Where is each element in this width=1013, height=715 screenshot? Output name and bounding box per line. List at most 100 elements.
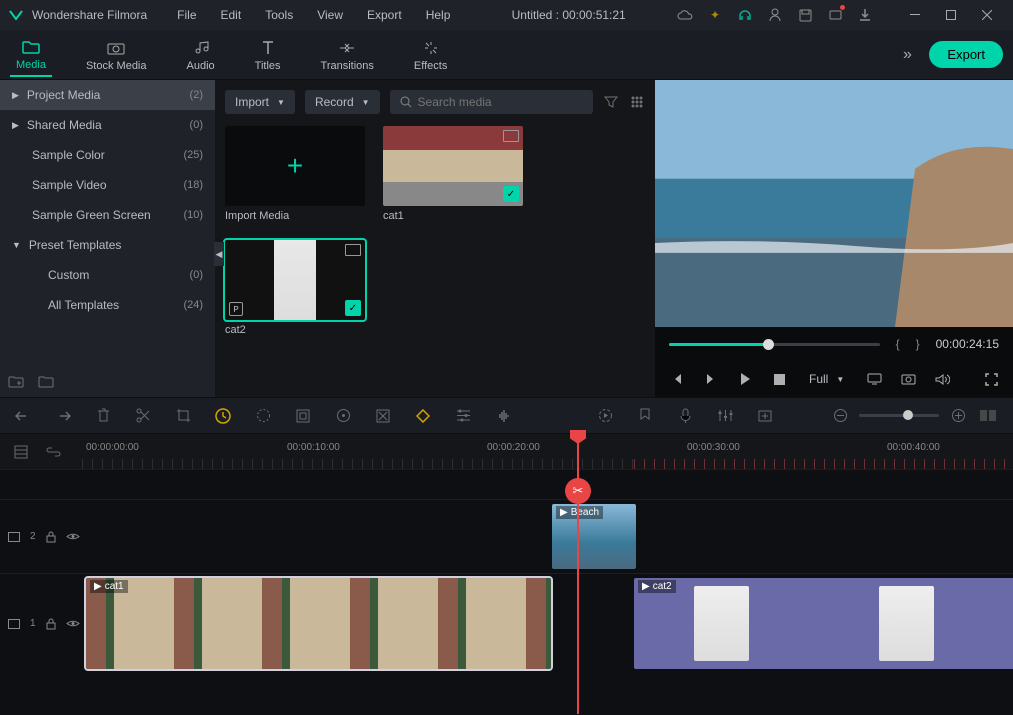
- zoom-in-icon[interactable]: [949, 407, 967, 425]
- display-icon[interactable]: [866, 371, 882, 387]
- delete-icon[interactable]: [94, 407, 112, 425]
- tab-stock-media[interactable]: Stock Media: [80, 34, 153, 76]
- save-icon[interactable]: [797, 7, 813, 23]
- tab-transitions[interactable]: Transitions: [315, 34, 380, 76]
- lock-icon[interactable]: [46, 531, 56, 543]
- notification-icon-wrap[interactable]: [827, 7, 843, 23]
- folder-icon[interactable]: [38, 373, 54, 389]
- menu-tools[interactable]: Tools: [255, 4, 303, 26]
- split-icon[interactable]: [134, 407, 152, 425]
- prev-frame-icon[interactable]: [669, 371, 685, 387]
- clip-cat1[interactable]: ▶cat1: [86, 578, 551, 669]
- sidebar-item-all-templates[interactable]: All Templates (24): [0, 290, 215, 320]
- menu-edit[interactable]: Edit: [211, 4, 252, 26]
- user-icon[interactable]: [767, 7, 783, 23]
- sidebar-item-project-media[interactable]: ▶ Project Media (2): [0, 80, 215, 110]
- search-input[interactable]: [418, 95, 583, 109]
- undo-icon[interactable]: [14, 407, 32, 425]
- marker-icon[interactable]: [636, 407, 654, 425]
- mixer-icon[interactable]: [716, 407, 734, 425]
- menu-file[interactable]: File: [167, 4, 206, 26]
- track-options-icon[interactable]: [12, 443, 30, 461]
- cloud-icon[interactable]: [677, 7, 693, 23]
- menu-export[interactable]: Export: [357, 4, 412, 26]
- mask-icon[interactable]: [374, 407, 392, 425]
- more-tabs-icon[interactable]: »: [899, 47, 915, 63]
- import-media-tile[interactable]: + Import Media: [225, 126, 365, 222]
- fullscreen-icon[interactable]: [983, 371, 999, 387]
- sidebar-item-shared-media[interactable]: ▶ Shared Media (0): [0, 110, 215, 140]
- add-track-icon[interactable]: [756, 407, 774, 425]
- filter-icon[interactable]: [603, 94, 619, 110]
- play-icon[interactable]: [737, 371, 753, 387]
- speed-icon[interactable]: [214, 407, 232, 425]
- track-body[interactable]: ▶cat1 ▶cat2: [82, 574, 1013, 673]
- color-icon[interactable]: [254, 407, 272, 425]
- sidebar-item-sample-green-screen[interactable]: Sample Green Screen (10): [0, 200, 215, 230]
- chevron-down-icon: ▼: [362, 98, 370, 107]
- close-button[interactable]: [969, 0, 1005, 30]
- sidebar-item-sample-video[interactable]: Sample Video (18): [0, 170, 215, 200]
- next-frame-icon[interactable]: [703, 371, 719, 387]
- green-screen-icon[interactable]: [294, 407, 312, 425]
- playhead-head-icon[interactable]: [570, 430, 586, 444]
- headset-icon[interactable]: [737, 7, 753, 23]
- import-dropdown[interactable]: Import ▼: [225, 90, 295, 114]
- tab-effects[interactable]: Effects: [408, 34, 453, 76]
- minimize-button[interactable]: [897, 0, 933, 30]
- marker-in-icon[interactable]: {: [896, 337, 900, 351]
- sidebar-item-count: (10): [183, 209, 203, 221]
- zoom-slider[interactable]: [859, 414, 939, 417]
- media-item-cat1[interactable]: ✓ cat1: [383, 126, 523, 222]
- lightbulb-icon[interactable]: ✦: [707, 7, 723, 23]
- zoom-out-icon[interactable]: [831, 407, 849, 425]
- zoom-handle[interactable]: [903, 410, 913, 420]
- maximize-button[interactable]: [933, 0, 969, 30]
- zoom-fit-icon[interactable]: [977, 407, 999, 425]
- redo-icon[interactable]: [54, 407, 72, 425]
- sidebar-item-custom[interactable]: Custom (0): [0, 260, 215, 290]
- new-folder-icon[interactable]: [8, 373, 24, 389]
- scrub-track[interactable]: [669, 343, 880, 346]
- tab-media[interactable]: Media: [10, 33, 52, 77]
- search-input-wrap[interactable]: [390, 90, 593, 114]
- sidebar-item-sample-color[interactable]: Sample Color (25): [0, 140, 215, 170]
- tab-titles[interactable]: Titles: [249, 34, 287, 76]
- clip-cat2[interactable]: ▶cat2: [634, 578, 1013, 669]
- tab-audio[interactable]: Audio: [181, 34, 221, 76]
- panel-collapse-toggle[interactable]: ◀: [214, 242, 224, 266]
- track-body[interactable]: ▶Beach: [82, 500, 1013, 573]
- scrub-handle[interactable]: [763, 339, 774, 350]
- video-track-icon: [8, 532, 20, 542]
- playhead[interactable]: ✂: [577, 434, 579, 714]
- crop-icon[interactable]: [174, 407, 192, 425]
- voiceover-icon[interactable]: [676, 407, 694, 425]
- render-preview-icon[interactable]: [596, 407, 614, 425]
- track-body[interactable]: [82, 470, 1013, 499]
- motion-tracking-icon[interactable]: [334, 407, 352, 425]
- link-icon[interactable]: [44, 443, 62, 461]
- menu-help[interactable]: Help: [416, 4, 461, 26]
- ruler-track[interactable]: 00:00:00:00 00:00:10:00 00:00:20:00 00:0…: [82, 434, 1013, 469]
- adjust-icon[interactable]: [454, 407, 472, 425]
- export-button[interactable]: Export: [929, 41, 1003, 68]
- stop-icon[interactable]: [771, 371, 787, 387]
- eye-icon[interactable]: [66, 532, 80, 541]
- keyframe-icon[interactable]: [414, 407, 432, 425]
- lock-icon[interactable]: [46, 618, 56, 630]
- menu-view[interactable]: View: [307, 4, 353, 26]
- download-icon[interactable]: [857, 7, 873, 23]
- playhead-split-button[interactable]: ✂: [565, 478, 591, 504]
- quality-dropdown[interactable]: Full ▼: [805, 370, 848, 388]
- audio-ducking-icon[interactable]: [494, 407, 512, 425]
- clip-beach[interactable]: ▶Beach: [552, 504, 636, 569]
- eye-icon[interactable]: [66, 619, 80, 628]
- record-dropdown[interactable]: Record ▼: [305, 90, 380, 114]
- sidebar-item-preset-templates[interactable]: ▼ Preset Templates: [0, 230, 215, 260]
- volume-icon[interactable]: [934, 371, 950, 387]
- preview-video[interactable]: [655, 80, 1013, 327]
- snapshot-icon[interactable]: [900, 371, 916, 387]
- media-item-cat2[interactable]: P ✓ cat2: [225, 240, 365, 336]
- marker-out-icon[interactable]: }: [916, 337, 920, 351]
- grid-view-icon[interactable]: [629, 94, 645, 110]
